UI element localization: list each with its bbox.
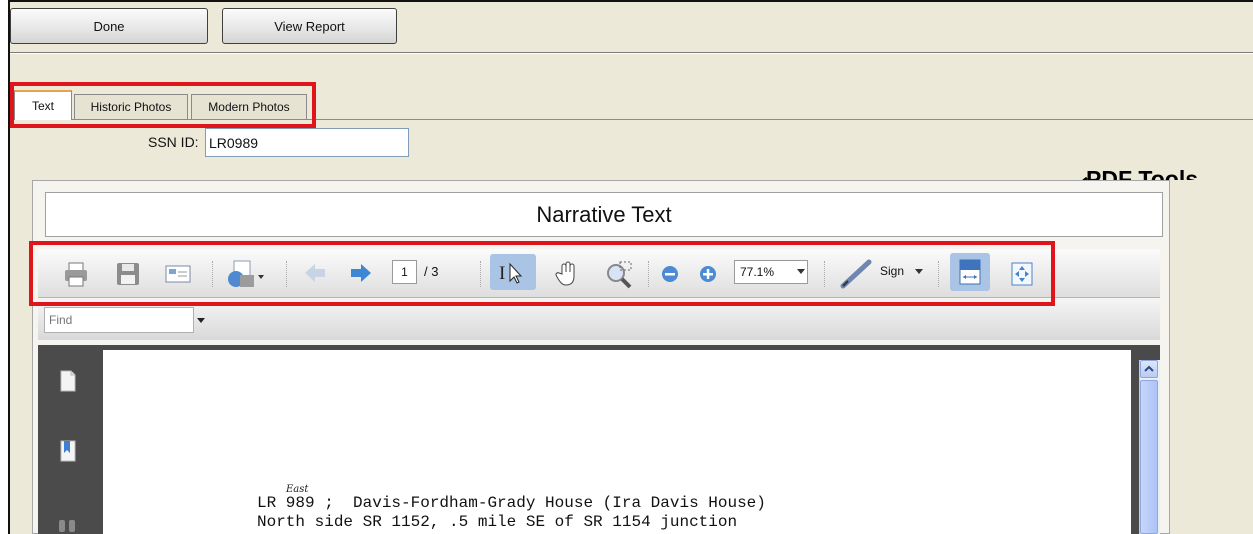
scroll-thumb[interactable] bbox=[1140, 380, 1158, 534]
right-margin bbox=[1170, 180, 1253, 534]
tabs-highlight bbox=[10, 82, 316, 128]
find-input[interactable] bbox=[44, 307, 194, 333]
handwritten-insert: East bbox=[286, 484, 309, 495]
done-button[interactable]: Done bbox=[10, 8, 208, 44]
ssn-id-field[interactable] bbox=[205, 128, 409, 157]
ssn-id-label: SSN ID: bbox=[148, 134, 199, 150]
pdf-tools-highlight bbox=[29, 241, 1055, 306]
header-divider bbox=[10, 52, 1253, 54]
attachments-icon[interactable] bbox=[54, 510, 80, 534]
document-line-2: North side SR 1152, .5 mile SE of SR 115… bbox=[257, 513, 738, 531]
narrative-title: Narrative Text bbox=[45, 192, 1163, 237]
document-line-1: LR 989 ; Davis-Fordham-Grady House (Ira … bbox=[257, 494, 766, 512]
find-dropdown-chevron-icon[interactable] bbox=[196, 314, 206, 328]
view-report-button[interactable]: View Report bbox=[222, 8, 397, 44]
find-bar bbox=[38, 300, 1160, 340]
bookmarks-icon[interactable] bbox=[56, 437, 80, 465]
scroll-up-button[interactable] bbox=[1140, 360, 1158, 378]
document-text: LR 989 ; Davis-Fordham-Grady House (Ira … bbox=[257, 494, 766, 532]
page-thumbnails-icon[interactable] bbox=[56, 367, 80, 395]
